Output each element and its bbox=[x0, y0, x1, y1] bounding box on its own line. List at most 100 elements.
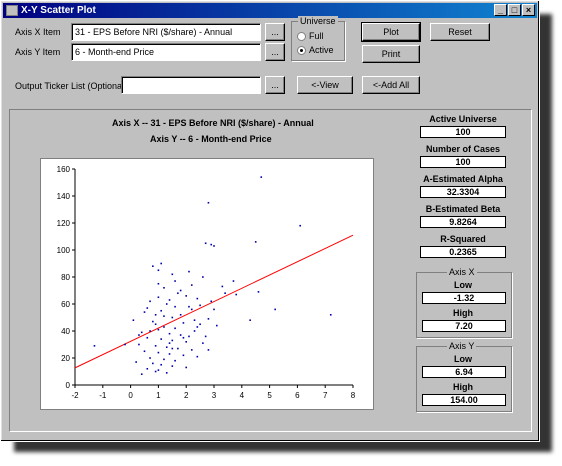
scatter-point bbox=[160, 262, 162, 265]
scatter-point bbox=[165, 303, 168, 305]
main-window: X-Y Scatter Plot _ □ × Axis X Item 31 - … bbox=[0, 0, 540, 442]
scatter-point bbox=[179, 314, 182, 316]
scatter-point bbox=[174, 327, 176, 330]
scatter-plot: 0 20 40 60 80 100 120 140 160 -2 -1 0 1 2 3 4 5 6 7 8 bbox=[57, 165, 356, 400]
reset-button[interactable]: Reset bbox=[430, 23, 490, 41]
scatter-point bbox=[260, 176, 263, 178]
scatter-point bbox=[221, 285, 224, 288]
num-cases-value: 100 bbox=[420, 156, 506, 168]
scatter-point bbox=[204, 335, 207, 338]
x-tick-label: 2 bbox=[184, 391, 189, 400]
scatter-point bbox=[154, 323, 157, 326]
x-low-value: -1.32 bbox=[422, 292, 506, 304]
radio-dot bbox=[297, 31, 306, 41]
scatter-point bbox=[157, 369, 160, 371]
scatter-point bbox=[202, 342, 204, 344]
scatter-point bbox=[154, 345, 157, 347]
scatter-point bbox=[174, 305, 176, 308]
scatter-point bbox=[196, 355, 199, 358]
x-tick-label: 3 bbox=[212, 391, 217, 400]
close-button[interactable]: × bbox=[522, 4, 535, 16]
scatter-point bbox=[132, 319, 135, 321]
print-button[interactable]: Print bbox=[362, 45, 420, 63]
scatter-point bbox=[196, 326, 199, 328]
output-browse-button[interactable]: ... bbox=[265, 76, 285, 94]
scatter-point bbox=[202, 276, 204, 278]
x-tick-label: 4 bbox=[240, 391, 245, 400]
scatter-point bbox=[249, 319, 251, 321]
scatter-point bbox=[257, 291, 260, 293]
scatter-point bbox=[154, 314, 157, 316]
scatter-point bbox=[254, 241, 257, 243]
y-tick-label: 160 bbox=[57, 165, 71, 174]
axis-y-browse-button[interactable]: ... bbox=[265, 43, 285, 61]
scatter-point bbox=[188, 305, 190, 308]
title-bar[interactable]: X-Y Scatter Plot _ □ × bbox=[3, 3, 537, 18]
universe-active-radio[interactable]: Active bbox=[297, 45, 334, 55]
y-tick-label: 120 bbox=[57, 219, 71, 228]
view-button[interactable]: <-View bbox=[297, 76, 353, 94]
scatter-point bbox=[146, 307, 149, 309]
scatter-point bbox=[207, 318, 210, 320]
output-ticker-field[interactable] bbox=[121, 76, 261, 94]
scatter-point bbox=[124, 343, 126, 346]
x-low-label: Low bbox=[454, 280, 472, 290]
y-low-label: Low bbox=[454, 354, 472, 364]
axis-y-field[interactable]: 6 - Month-end Price bbox=[71, 43, 261, 61]
axis-x-field[interactable]: 31 - EPS Before NRI ($/share) - Annual bbox=[71, 23, 261, 41]
x-tick-label: 7 bbox=[323, 391, 328, 400]
scatter-point bbox=[171, 273, 174, 276]
beta-label: B-Estimated Beta bbox=[425, 204, 501, 214]
axis-y-label: Axis Y Item bbox=[15, 47, 61, 57]
scatter-point bbox=[213, 308, 215, 311]
scatter-point bbox=[185, 341, 187, 343]
scatter-point bbox=[177, 292, 179, 294]
scatter-point bbox=[168, 353, 171, 355]
chart-title-y: Axis Y -- 6 - Month-end Price bbox=[150, 134, 272, 144]
universe-full-label: Full bbox=[309, 31, 324, 41]
rsq-value: 0.2365 bbox=[420, 246, 506, 258]
y-tick-label: 20 bbox=[61, 354, 70, 363]
scatter-point bbox=[174, 280, 176, 282]
scatter-point bbox=[179, 334, 182, 336]
add-all-button[interactable]: <-Add All bbox=[362, 76, 420, 94]
scatter-point bbox=[274, 308, 276, 311]
plot-button[interactable]: Plot bbox=[361, 22, 421, 42]
window-title: X-Y Scatter Plot bbox=[21, 5, 96, 16]
universe-group-label: Universe bbox=[298, 16, 338, 26]
scatter-point bbox=[188, 270, 190, 273]
y-tick-label: 80 bbox=[61, 273, 70, 282]
scatter-point bbox=[157, 296, 160, 299]
scatter-point bbox=[190, 284, 193, 286]
scatter-point bbox=[171, 316, 174, 319]
x-high-value: 7.20 bbox=[422, 320, 506, 332]
universe-full-radio[interactable]: Full bbox=[297, 31, 324, 41]
scatter-point bbox=[157, 351, 160, 354]
universe-group: Universe bbox=[291, 16, 345, 61]
scatter-point bbox=[185, 366, 187, 369]
minimize-button[interactable]: _ bbox=[494, 4, 507, 16]
scatter-point bbox=[210, 300, 213, 303]
active-universe-label: Active Universe bbox=[429, 114, 497, 124]
scatter-point bbox=[152, 320, 154, 323]
universe-active-label: Active bbox=[309, 45, 334, 55]
scatter-point bbox=[154, 370, 157, 373]
scatter-point bbox=[165, 346, 168, 348]
scatter-point bbox=[149, 357, 151, 359]
scatter-point bbox=[204, 242, 207, 245]
maximize-button[interactable]: □ bbox=[508, 4, 521, 16]
scatter-point bbox=[160, 338, 162, 340]
y-tick-label: 60 bbox=[61, 300, 70, 309]
scatter-point bbox=[190, 308, 193, 311]
y-tick-label: 0 bbox=[66, 381, 71, 390]
output-ticker-label: Output Ticker List (Optional) bbox=[15, 81, 128, 91]
x-tick-label: -2 bbox=[71, 391, 79, 400]
scatter-point bbox=[207, 349, 210, 351]
beta-value: 9.8264 bbox=[420, 216, 506, 228]
scatter-point bbox=[160, 363, 162, 366]
axis-x-browse-button[interactable]: ... bbox=[265, 23, 285, 41]
scatter-point bbox=[160, 309, 162, 312]
y-high-value: 154.00 bbox=[422, 394, 506, 406]
scatter-point bbox=[182, 336, 185, 339]
x-tick-label: 1 bbox=[156, 391, 161, 400]
